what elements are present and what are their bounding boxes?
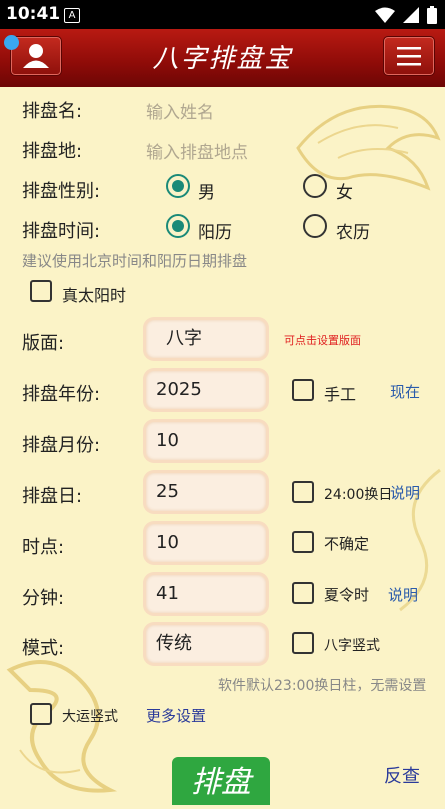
gender-female-radio[interactable]	[303, 174, 327, 198]
app-header: 八字排盘宝	[0, 29, 445, 87]
manual-checkbox[interactable]	[292, 379, 314, 401]
gender-male-radio[interactable]	[166, 174, 190, 198]
battery-icon	[427, 6, 437, 24]
explain-dst-link[interactable]: 说明	[388, 584, 418, 605]
paipan-button[interactable]: 排盘	[172, 757, 270, 805]
solar-calendar-text: 阳历	[198, 223, 232, 243]
day-label: 排盘日:	[22, 486, 83, 507]
manual-text: 手工	[324, 385, 357, 404]
minute-field[interactable]: 41	[146, 575, 266, 613]
dayun-vertical-text: 大运竖式	[62, 709, 118, 725]
place-label: 排盘地:	[22, 141, 83, 162]
month-label: 排盘月份:	[22, 435, 101, 456]
name-input[interactable]: 输入姓名	[146, 98, 214, 123]
layout-label: 版面:	[22, 333, 65, 354]
notification-dot	[4, 35, 19, 50]
day-change-text: 24:00换日	[324, 487, 393, 503]
status-time: 10:41	[6, 4, 61, 24]
gender-label: 排盘性别:	[22, 181, 101, 202]
menu-icon	[397, 47, 421, 66]
year-label: 排盘年份:	[22, 384, 101, 405]
bazi-vertical-text: 八字竖式	[324, 638, 380, 654]
true-solar-checkbox[interactable]	[30, 280, 52, 302]
mode-label: 模式:	[22, 638, 65, 659]
default-note-text: 软件默认23:00换日柱，无需设置	[218, 678, 427, 694]
now-link[interactable]: 现在	[390, 381, 420, 402]
solar-calendar-radio[interactable]	[166, 214, 190, 238]
lunar-calendar-radio[interactable]	[303, 214, 327, 238]
gender-male-text: 男	[198, 183, 215, 203]
hour-label: 时点:	[22, 537, 65, 558]
day-change-checkbox[interactable]	[292, 481, 314, 503]
dst-checkbox[interactable]	[292, 582, 314, 604]
dayun-vertical-checkbox[interactable]	[30, 703, 52, 725]
suggestion-text: 建议使用北京时间和阳历日期排盘	[22, 252, 248, 270]
reverse-lookup-link[interactable]: 反查	[384, 762, 420, 788]
explain-day-link[interactable]: 说明	[390, 482, 420, 503]
time-type-label: 排盘时间:	[22, 221, 101, 242]
status-bar: 10:41 A	[0, 0, 445, 29]
year-field[interactable]: 2025	[146, 371, 266, 409]
month-field[interactable]: 10	[146, 422, 266, 460]
gender-female-text: 女	[336, 183, 353, 203]
wifi-icon	[375, 7, 395, 23]
minute-label: 分钟:	[22, 588, 65, 609]
menu-button[interactable]	[383, 36, 435, 76]
true-solar-text: 真太阳时	[62, 286, 127, 305]
status-icons	[375, 5, 437, 25]
mode-field[interactable]: 传统	[146, 625, 266, 663]
more-settings-link[interactable]: 更多设置	[146, 705, 206, 726]
layout-hint-link[interactable]: 可点击设置版面	[284, 332, 361, 348]
day-field[interactable]: 25	[146, 473, 266, 511]
app-title: 八字排盘宝	[152, 44, 293, 74]
uncertain-text: 不确定	[324, 535, 370, 553]
notification-a-icon: A	[64, 8, 80, 23]
dst-text: 夏令时	[324, 586, 370, 604]
hour-field[interactable]: 10	[146, 524, 266, 562]
lunar-calendar-text: 农历	[336, 223, 370, 243]
place-input[interactable]: 输入排盘地点	[146, 138, 248, 163]
uncertain-checkbox[interactable]	[292, 531, 314, 553]
signal-icon	[403, 7, 419, 23]
name-label: 排盘名:	[22, 101, 83, 122]
layout-field[interactable]: 八字	[146, 320, 266, 358]
bazi-vertical-checkbox[interactable]	[292, 632, 314, 654]
